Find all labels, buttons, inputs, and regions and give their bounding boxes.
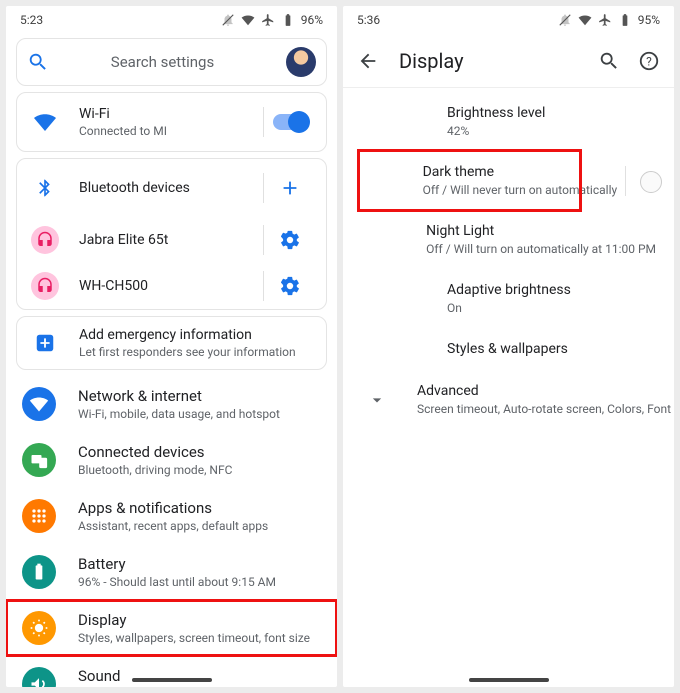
bluetooth-row[interactable]: Bluetooth devices [17, 159, 326, 217]
item-title: Network & internet [78, 387, 280, 405]
status-time: 5:23 [20, 13, 43, 27]
battery-icon [281, 13, 295, 27]
display-item-brightness-level[interactable]: Brightness level 42% [343, 92, 674, 151]
dnd-icon [221, 13, 235, 27]
item-title: Display [78, 611, 310, 629]
item-subtitle: Bluetooth, driving mode, NFC [78, 463, 232, 477]
status-bar: 5:23 96% [6, 6, 337, 34]
item-subtitle: On [447, 301, 656, 315]
wifi-icon [241, 13, 255, 27]
bt-device-row[interactable]: Jabra Elite 65t [17, 217, 326, 263]
wifi-toggle[interactable] [268, 114, 312, 130]
bluetooth-icon [35, 178, 55, 198]
emergency-title: Add emergency information [79, 327, 312, 343]
settings-item-battery[interactable]: Battery 96% - Should last until about 9:1… [6, 544, 337, 600]
status-time: 5:36 [357, 13, 380, 27]
bt-device-settings-button[interactable] [268, 275, 312, 297]
display-item-adaptive-brightness[interactable]: Adaptive brightness On [343, 269, 674, 328]
item-subtitle: Wi-Fi, mobile, data usage, and hotspot [78, 407, 280, 421]
add-bluetooth-button[interactable] [268, 177, 312, 199]
search-settings-field[interactable]: Search settings [16, 38, 327, 86]
item-title: Adaptive brightness [447, 282, 656, 298]
item-title: Night Light [426, 223, 656, 239]
wifi-icon [29, 394, 49, 414]
airplane-icon [598, 13, 612, 27]
item-title: Connected devices [78, 443, 232, 461]
search-placeholder: Search settings [49, 53, 286, 71]
settings-item-apps[interactable]: Apps & notifications Assistant, recent ap… [6, 488, 337, 544]
apps-icon [29, 506, 49, 526]
item-subtitle: 96% - Should last until about 9:15 AM [78, 575, 276, 589]
bt-device-row[interactable]: WH-CH500 [17, 263, 326, 309]
settings-item-display[interactable]: Display Styles, wallpapers, screen timeou… [6, 600, 337, 656]
item-subtitle: Off / Will never turn on automatically [423, 183, 618, 197]
item-title: Brightness level [447, 105, 656, 121]
wifi-icon [33, 110, 57, 134]
item-title: Sound [78, 667, 254, 685]
item-subtitle: Assistant, recent apps, default apps [78, 519, 268, 533]
svg-text:?: ? [646, 54, 652, 68]
airplane-icon [261, 13, 275, 27]
gear-icon [279, 229, 301, 251]
item-title: Apps & notifications [78, 499, 268, 517]
wifi-icon [578, 13, 592, 27]
status-battery: 96% [301, 13, 323, 27]
display-item-dark-theme[interactable]: Dark theme Off / Will never turn on autom… [343, 151, 674, 210]
item-title: Advanced [417, 383, 674, 399]
bluetooth-label: Bluetooth devices [79, 180, 259, 196]
dark-theme-toggle[interactable] [642, 174, 656, 188]
headphones-icon [36, 277, 54, 295]
sound-icon [29, 674, 49, 687]
settings-item-sound[interactable]: SoundVolume, vibration, Do Not Disturb [6, 656, 337, 687]
medical-icon [34, 332, 56, 354]
plus-icon [279, 177, 301, 199]
bt-device-name: WH-CH500 [79, 278, 259, 294]
item-title: Dark theme [423, 164, 618, 180]
status-bar: 5:36 95% [343, 6, 674, 34]
battery-icon [29, 562, 49, 582]
item-subtitle: Off / Will turn on automatically at 11:0… [426, 242, 656, 256]
display-item-night-light[interactable]: Night Light Off / Will turn on automatica… [343, 210, 674, 269]
wifi-title: Wi-Fi [79, 106, 259, 122]
app-bar: Display ? [343, 34, 674, 88]
emergency-info-row[interactable]: Add emergency information Let first resp… [17, 317, 326, 369]
devices-icon [29, 450, 49, 470]
settings-home-screen: 5:23 96% Search settings Wi-Fi Connected… [6, 6, 337, 687]
gear-icon [279, 275, 301, 297]
settings-item-devices[interactable]: Connected devices Bluetooth, driving mode… [6, 432, 337, 488]
bt-device-name: Jabra Elite 65t [79, 232, 259, 248]
nav-handle[interactable] [132, 678, 212, 682]
search-icon [27, 51, 49, 73]
wifi-row[interactable]: Wi-Fi Connected to MI [17, 93, 326, 151]
settings-list: Network & internet Wi-Fi, mobile, data us… [6, 376, 337, 687]
display-item-styles-wallpapers[interactable]: Styles & wallpapers [343, 328, 674, 370]
display-settings-screen: 5:36 95% Display ? Brightness level 42% Da… [343, 6, 674, 687]
wifi-subtitle: Connected to MI [79, 124, 259, 138]
status-battery: 95% [638, 13, 660, 27]
headphones-icon [36, 231, 54, 249]
battery-icon [618, 13, 632, 27]
display-icon [29, 618, 49, 638]
emergency-subtitle: Let first responders see your informatio… [79, 345, 312, 359]
help-icon[interactable]: ? [638, 50, 660, 72]
display-item-advanced[interactable]: Advanced Screen timeout, Auto-rotate scre… [343, 370, 674, 429]
nav-handle[interactable] [469, 678, 549, 682]
item-subtitle: 42% [447, 124, 656, 138]
back-icon[interactable] [357, 50, 379, 72]
settings-item-wifi[interactable]: Network & internet Wi-Fi, mobile, data us… [6, 376, 337, 432]
display-settings-list: Brightness level 42% Dark theme Off / Will … [343, 88, 674, 433]
bt-device-settings-button[interactable] [268, 229, 312, 251]
dnd-icon [558, 13, 572, 27]
item-title: Battery [78, 555, 276, 573]
item-subtitle: Screen timeout, Auto-rotate screen, Colo… [417, 402, 674, 416]
chevron-down-icon [367, 390, 387, 410]
item-subtitle: Styles, wallpapers, screen timeout, font… [78, 631, 310, 645]
page-title: Display [399, 49, 598, 73]
avatar[interactable] [286, 47, 316, 77]
item-title: Styles & wallpapers [447, 341, 656, 357]
search-icon[interactable] [598, 50, 620, 72]
